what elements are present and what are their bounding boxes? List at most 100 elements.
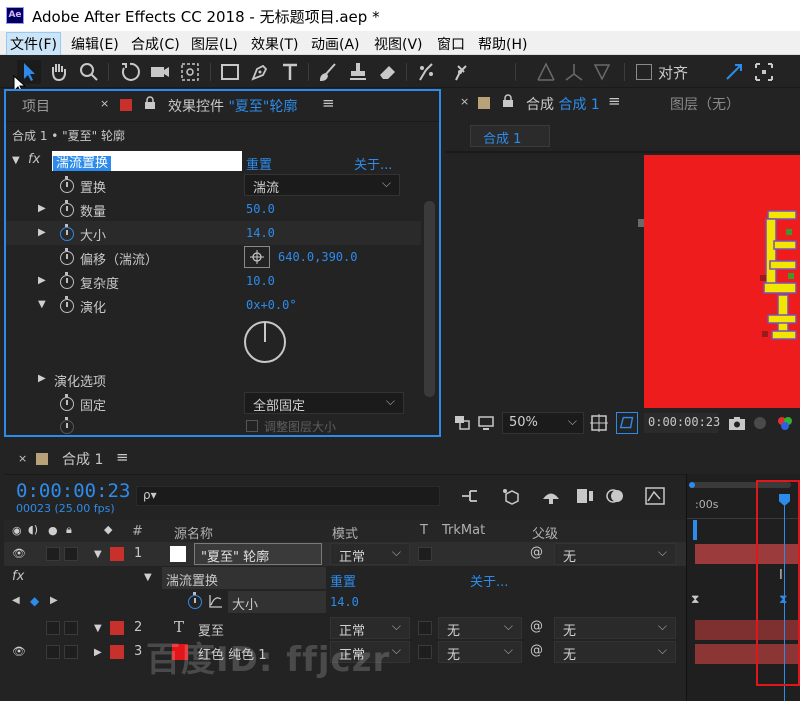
label-color-swatch[interactable] <box>110 621 124 635</box>
zoom-dropdown[interactable]: 50% ⌵ <box>502 412 584 434</box>
preserve-transparency-box[interactable] <box>418 645 432 659</box>
comp-mini-flowchart-icon[interactable] <box>460 486 480 506</box>
type-tool-icon[interactable] <box>278 60 302 84</box>
work-area-start[interactable] <box>693 520 697 540</box>
puppet-tool-icon[interactable] <box>448 60 472 84</box>
collapse-triangle-icon[interactable]: ▼ <box>144 572 152 583</box>
param-value[interactable]: 14.0 <box>246 226 275 240</box>
navigator-start-handle[interactable] <box>689 482 695 488</box>
close-tab-icon[interactable]: × <box>18 452 27 465</box>
pick-whip-icon[interactable]: @ <box>530 643 543 658</box>
resize-layer-checkbox[interactable] <box>246 420 258 432</box>
point-target-icon[interactable] <box>244 246 270 268</box>
view-axis-icon[interactable] <box>590 60 614 84</box>
menu-file[interactable]: 文件(F) <box>6 32 61 56</box>
param-value[interactable]: 50.0 <box>246 202 275 216</box>
lock-switch[interactable] <box>64 621 78 635</box>
safe-zones-icon[interactable] <box>590 414 608 432</box>
menu-animation[interactable]: 动画(A) <box>308 34 363 54</box>
clone-stamp-tool-icon[interactable] <box>346 60 370 84</box>
expand-triangle-icon[interactable]: ▶ <box>38 203 46 214</box>
roto-brush-tool-icon[interactable] <box>414 60 438 84</box>
preserve-transparency-box[interactable] <box>418 547 432 561</box>
draft-3d-icon[interactable] <box>500 486 522 506</box>
tab-composition[interactable]: 合成 合成 1 <box>526 94 600 114</box>
snapshot-camera-icon[interactable] <box>728 415 746 431</box>
eraser-tool-icon[interactable] <box>376 60 400 84</box>
expand-triangle-icon[interactable]: ▶ <box>94 647 102 658</box>
stopwatch-icon[interactable] <box>60 296 74 313</box>
prev-keyframe-icon[interactable]: ◀ <box>12 595 20 606</box>
about-link[interactable]: 关于... <box>354 154 392 173</box>
channel-icon[interactable] <box>776 415 794 431</box>
menu-edit[interactable]: 编辑(E) <box>68 34 122 54</box>
lock-icon[interactable] <box>502 94 514 108</box>
close-tab-icon[interactable]: × <box>460 95 469 108</box>
collapse-triangle-icon[interactable]: ▼ <box>38 299 46 310</box>
graph-toggle-icon[interactable] <box>208 593 224 609</box>
menu-help[interactable]: 帮助(H) <box>475 34 530 54</box>
solo-switch[interactable] <box>46 547 60 561</box>
show-snapshot-icon[interactable] <box>752 415 768 431</box>
keyframe-diamond-icon[interactable]: ◆ <box>30 594 39 608</box>
preserve-transparency-box[interactable] <box>418 621 432 635</box>
stopwatch-icon[interactable] <box>60 272 74 289</box>
rotate-tool-icon[interactable] <box>118 60 142 84</box>
reset-link[interactable]: 重置 <box>330 571 356 590</box>
layer-row-1[interactable]: 👁︎ ▼ 1 "夏至" 轮廓 正常 ⌵ @ 无 ⌵ <box>4 542 686 566</box>
property-value[interactable]: 14.0 <box>330 595 359 609</box>
effect-name-field[interactable]: 湍流置换 <box>52 151 242 171</box>
angle-dial[interactable] <box>244 321 286 363</box>
effect-name[interactable]: 湍流置换 <box>162 567 326 589</box>
pinning-dropdown[interactable]: 全部固定 ⌵ <box>244 392 404 414</box>
pick-whip-icon[interactable]: @ <box>530 619 543 634</box>
comp-navigator-button[interactable]: 合成 1 <box>470 125 550 147</box>
shy-layers-icon[interactable] <box>540 486 562 506</box>
reset-link[interactable]: 重置 <box>246 154 272 173</box>
tab-effect-controls[interactable]: 效果控件 "夏至"轮廓 <box>168 96 297 116</box>
snapping-icon[interactable] <box>722 60 746 84</box>
label-color-swatch[interactable] <box>110 547 124 561</box>
viewer-timecode[interactable]: 0:00:00:23 <box>644 413 720 433</box>
stopwatch-active-icon[interactable] <box>188 592 202 609</box>
camera-tool-icon[interactable] <box>148 60 172 84</box>
stopwatch-icon[interactable] <box>60 176 74 193</box>
monitor-icon[interactable] <box>478 415 494 431</box>
hand-tool-icon[interactable] <box>47 60 71 84</box>
composition-canvas[interactable] <box>644 155 800 408</box>
displacement-dropdown[interactable]: 湍流 ⌵ <box>244 174 400 196</box>
world-axis-icon[interactable] <box>562 60 586 84</box>
tab-layer[interactable]: 图层（无） <box>670 94 740 114</box>
pen-tool-icon[interactable] <box>248 60 272 84</box>
stopwatch-icon[interactable] <box>60 248 74 265</box>
local-axis-icon[interactable] <box>534 60 558 84</box>
eye-visibility-icon[interactable]: 👁︎ <box>12 547 26 560</box>
mask-visibility-icon[interactable] <box>616 412 638 434</box>
collapse-triangle-icon[interactable]: ▼ <box>94 549 102 560</box>
close-tab-icon[interactable]: × <box>100 97 109 110</box>
stopwatch-icon[interactable] <box>60 200 74 217</box>
menu-composition[interactable]: 合成(C) <box>128 34 183 54</box>
lock-icon[interactable] <box>144 96 156 110</box>
snap-grid-icon[interactable] <box>752 60 776 84</box>
trkmat-dropdown[interactable]: 无 ⌵ <box>438 617 522 639</box>
param-value[interactable]: 10.0 <box>246 274 275 288</box>
graph-editor-icon[interactable] <box>644 486 666 506</box>
timeline-timecode[interactable]: 0:00:00:23 <box>16 480 130 502</box>
parent-dropdown[interactable]: 无 ⌵ <box>554 543 676 565</box>
motion-blur-icon[interactable] <box>604 486 626 506</box>
column-source-name[interactable]: 源名称 <box>174 523 213 542</box>
expand-triangle-icon[interactable]: ▶ <box>38 373 46 384</box>
align-checkbox[interactable] <box>636 64 652 80</box>
keyframe-icon[interactable]: ⧗ <box>691 592 699 607</box>
about-link[interactable]: 关于... <box>470 571 508 590</box>
brush-tool-icon[interactable] <box>316 60 340 84</box>
lock-switch[interactable] <box>64 645 78 659</box>
rectangle-tool-icon[interactable] <box>218 60 242 84</box>
zoom-tool-icon[interactable] <box>77 60 101 84</box>
stopwatch-active-icon[interactable] <box>60 224 74 241</box>
parent-dropdown[interactable]: 无 ⌵ <box>554 641 676 663</box>
solo-switch[interactable] <box>46 645 60 659</box>
expand-triangle-icon[interactable]: ▶ <box>38 275 46 286</box>
pan-behind-tool-icon[interactable] <box>178 60 202 84</box>
